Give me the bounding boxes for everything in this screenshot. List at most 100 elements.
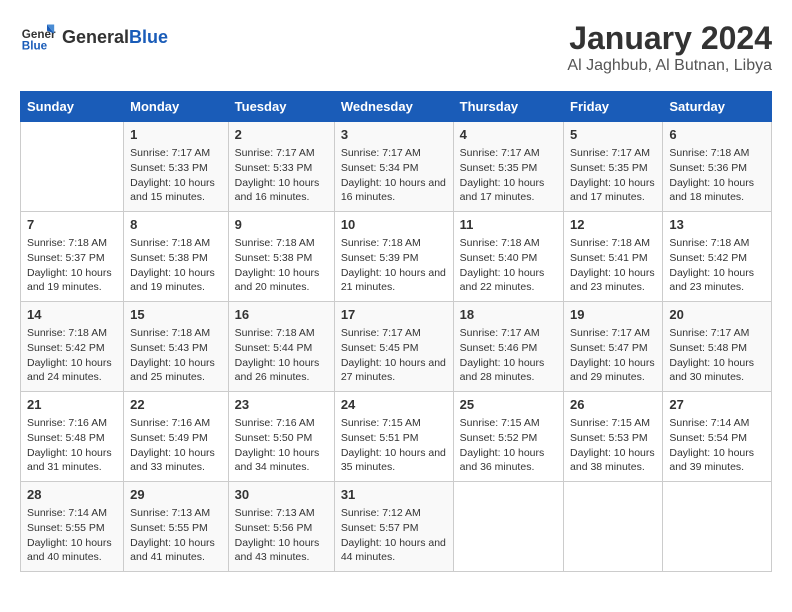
day-info: Sunrise: 7:18 AMSunset: 5:42 PMDaylight:… — [669, 236, 765, 295]
day-info: Sunrise: 7:15 AMSunset: 5:51 PMDaylight:… — [341, 416, 447, 475]
day-info: Sunrise: 7:16 AMSunset: 5:49 PMDaylight:… — [130, 416, 222, 475]
day-number: 17 — [341, 306, 447, 324]
day-cell: 12 Sunrise: 7:18 AMSunset: 5:41 PMDaylig… — [564, 212, 663, 302]
day-number: 30 — [235, 486, 328, 504]
day-cell: 29 Sunrise: 7:13 AMSunset: 5:55 PMDaylig… — [124, 482, 229, 572]
day-cell: 20 Sunrise: 7:17 AMSunset: 5:48 PMDaylig… — [663, 302, 772, 392]
header-row: SundayMondayTuesdayWednesdayThursdayFrid… — [21, 92, 772, 122]
day-cell: 21 Sunrise: 7:16 AMSunset: 5:48 PMDaylig… — [21, 392, 124, 482]
day-number: 1 — [130, 126, 222, 144]
day-info: Sunrise: 7:18 AMSunset: 5:44 PMDaylight:… — [235, 326, 328, 385]
day-info: Sunrise: 7:18 AMSunset: 5:42 PMDaylight:… — [27, 326, 117, 385]
day-number: 22 — [130, 396, 222, 414]
logo-text: GeneralBlue — [62, 27, 168, 49]
day-info: Sunrise: 7:17 AMSunset: 5:46 PMDaylight:… — [460, 326, 557, 385]
week-row: 1 Sunrise: 7:17 AMSunset: 5:33 PMDayligh… — [21, 122, 772, 212]
title-block: January 2024 Al Jaghbub, Al Butnan, Liby… — [567, 20, 772, 75]
day-cell: 9 Sunrise: 7:18 AMSunset: 5:38 PMDayligh… — [228, 212, 334, 302]
day-cell: 3 Sunrise: 7:17 AMSunset: 5:34 PMDayligh… — [334, 122, 453, 212]
day-info: Sunrise: 7:14 AMSunset: 5:54 PMDaylight:… — [669, 416, 765, 475]
day-number: 3 — [341, 126, 447, 144]
day-number: 29 — [130, 486, 222, 504]
day-info: Sunrise: 7:16 AMSunset: 5:50 PMDaylight:… — [235, 416, 328, 475]
day-cell: 11 Sunrise: 7:18 AMSunset: 5:40 PMDaylig… — [453, 212, 563, 302]
day-number: 18 — [460, 306, 557, 324]
header-day: Thursday — [453, 92, 563, 122]
header-day: Monday — [124, 92, 229, 122]
page-header: General Blue GeneralBlue January 2024 Al… — [20, 20, 772, 75]
day-info: Sunrise: 7:18 AMSunset: 5:43 PMDaylight:… — [130, 326, 222, 385]
day-cell: 7 Sunrise: 7:18 AMSunset: 5:37 PMDayligh… — [21, 212, 124, 302]
day-cell: 4 Sunrise: 7:17 AMSunset: 5:35 PMDayligh… — [453, 122, 563, 212]
day-cell — [21, 122, 124, 212]
day-number: 26 — [570, 396, 656, 414]
day-info: Sunrise: 7:15 AMSunset: 5:53 PMDaylight:… — [570, 416, 656, 475]
day-number: 13 — [669, 216, 765, 234]
day-number: 31 — [341, 486, 447, 504]
day-number: 8 — [130, 216, 222, 234]
day-info: Sunrise: 7:13 AMSunset: 5:55 PMDaylight:… — [130, 506, 222, 565]
calendar-table: SundayMondayTuesdayWednesdayThursdayFrid… — [20, 91, 772, 572]
day-number: 20 — [669, 306, 765, 324]
day-number: 5 — [570, 126, 656, 144]
header-day: Tuesday — [228, 92, 334, 122]
day-cell: 24 Sunrise: 7:15 AMSunset: 5:51 PMDaylig… — [334, 392, 453, 482]
day-info: Sunrise: 7:17 AMSunset: 5:33 PMDaylight:… — [130, 146, 222, 205]
day-cell: 13 Sunrise: 7:18 AMSunset: 5:42 PMDaylig… — [663, 212, 772, 302]
day-cell: 6 Sunrise: 7:18 AMSunset: 5:36 PMDayligh… — [663, 122, 772, 212]
day-number: 11 — [460, 216, 557, 234]
logo: General Blue GeneralBlue — [20, 20, 168, 56]
header-day: Friday — [564, 92, 663, 122]
week-row: 21 Sunrise: 7:16 AMSunset: 5:48 PMDaylig… — [21, 392, 772, 482]
day-number: 14 — [27, 306, 117, 324]
day-number: 24 — [341, 396, 447, 414]
day-cell: 31 Sunrise: 7:12 AMSunset: 5:57 PMDaylig… — [334, 482, 453, 572]
day-cell — [663, 482, 772, 572]
day-cell: 10 Sunrise: 7:18 AMSunset: 5:39 PMDaylig… — [334, 212, 453, 302]
day-cell: 19 Sunrise: 7:17 AMSunset: 5:47 PMDaylig… — [564, 302, 663, 392]
day-info: Sunrise: 7:18 AMSunset: 5:37 PMDaylight:… — [27, 236, 117, 295]
day-info: Sunrise: 7:18 AMSunset: 5:36 PMDaylight:… — [669, 146, 765, 205]
svg-text:Blue: Blue — [22, 40, 48, 53]
day-number: 10 — [341, 216, 447, 234]
day-cell: 5 Sunrise: 7:17 AMSunset: 5:35 PMDayligh… — [564, 122, 663, 212]
day-number: 7 — [27, 216, 117, 234]
day-info: Sunrise: 7:16 AMSunset: 5:48 PMDaylight:… — [27, 416, 117, 475]
day-cell — [564, 482, 663, 572]
day-cell — [453, 482, 563, 572]
day-number: 28 — [27, 486, 117, 504]
day-info: Sunrise: 7:17 AMSunset: 5:33 PMDaylight:… — [235, 146, 328, 205]
day-number: 6 — [669, 126, 765, 144]
week-row: 14 Sunrise: 7:18 AMSunset: 5:42 PMDaylig… — [21, 302, 772, 392]
day-info: Sunrise: 7:18 AMSunset: 5:39 PMDaylight:… — [341, 236, 447, 295]
day-info: Sunrise: 7:18 AMSunset: 5:38 PMDaylight:… — [130, 236, 222, 295]
day-cell: 30 Sunrise: 7:13 AMSunset: 5:56 PMDaylig… — [228, 482, 334, 572]
day-cell: 16 Sunrise: 7:18 AMSunset: 5:44 PMDaylig… — [228, 302, 334, 392]
page-title: January 2024 — [567, 20, 772, 57]
day-cell: 22 Sunrise: 7:16 AMSunset: 5:49 PMDaylig… — [124, 392, 229, 482]
day-number: 2 — [235, 126, 328, 144]
day-cell: 25 Sunrise: 7:15 AMSunset: 5:52 PMDaylig… — [453, 392, 563, 482]
day-cell: 17 Sunrise: 7:17 AMSunset: 5:45 PMDaylig… — [334, 302, 453, 392]
header-day: Saturday — [663, 92, 772, 122]
day-info: Sunrise: 7:17 AMSunset: 5:35 PMDaylight:… — [570, 146, 656, 205]
day-number: 9 — [235, 216, 328, 234]
day-number: 27 — [669, 396, 765, 414]
day-number: 4 — [460, 126, 557, 144]
day-cell: 8 Sunrise: 7:18 AMSunset: 5:38 PMDayligh… — [124, 212, 229, 302]
day-info: Sunrise: 7:17 AMSunset: 5:35 PMDaylight:… — [460, 146, 557, 205]
day-info: Sunrise: 7:12 AMSunset: 5:57 PMDaylight:… — [341, 506, 447, 565]
day-number: 23 — [235, 396, 328, 414]
day-cell: 28 Sunrise: 7:14 AMSunset: 5:55 PMDaylig… — [21, 482, 124, 572]
day-number: 25 — [460, 396, 557, 414]
day-cell: 23 Sunrise: 7:16 AMSunset: 5:50 PMDaylig… — [228, 392, 334, 482]
day-info: Sunrise: 7:15 AMSunset: 5:52 PMDaylight:… — [460, 416, 557, 475]
day-number: 12 — [570, 216, 656, 234]
page-subtitle: Al Jaghbub, Al Butnan, Libya — [567, 57, 772, 75]
day-number: 16 — [235, 306, 328, 324]
week-row: 28 Sunrise: 7:14 AMSunset: 5:55 PMDaylig… — [21, 482, 772, 572]
day-cell: 18 Sunrise: 7:17 AMSunset: 5:46 PMDaylig… — [453, 302, 563, 392]
day-cell: 27 Sunrise: 7:14 AMSunset: 5:54 PMDaylig… — [663, 392, 772, 482]
day-info: Sunrise: 7:13 AMSunset: 5:56 PMDaylight:… — [235, 506, 328, 565]
day-info: Sunrise: 7:17 AMSunset: 5:47 PMDaylight:… — [570, 326, 656, 385]
